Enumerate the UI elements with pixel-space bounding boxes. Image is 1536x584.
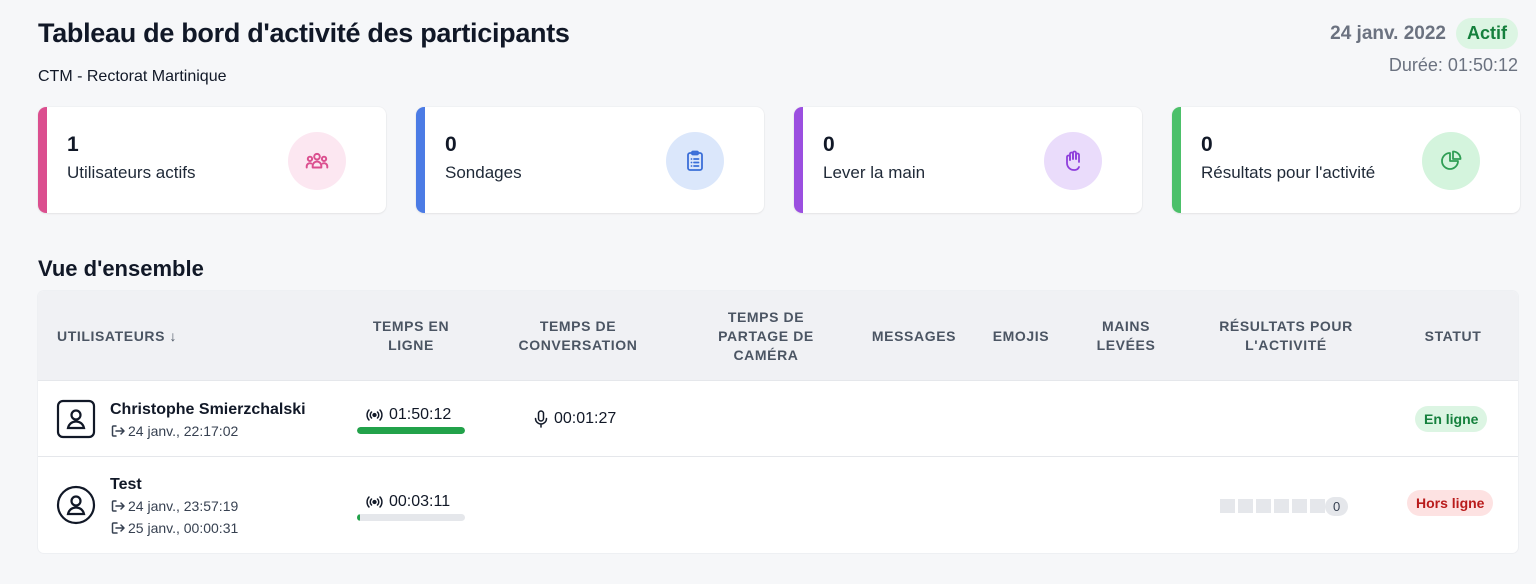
activity-square bbox=[1310, 499, 1325, 513]
activity-square bbox=[1256, 499, 1271, 513]
page-title: Tableau de bord d'activité des participa… bbox=[38, 18, 570, 48]
stat-accent-bar bbox=[794, 107, 803, 213]
online-time: 01:50:12 bbox=[366, 406, 451, 424]
broadcast-icon bbox=[366, 496, 383, 508]
column-header-activity-results[interactable]: RÉSULTATS POUR L'ACTIVITÉ bbox=[1206, 291, 1366, 381]
stat-accent-bar bbox=[416, 107, 425, 213]
activity-square bbox=[1220, 499, 1235, 513]
meeting-status-badge: Actif bbox=[1456, 18, 1518, 49]
stat-value: 0 bbox=[445, 133, 457, 156]
stats-cards: 1 Utilisateurs actifs 0 Sondages 0 Lever… bbox=[38, 107, 1520, 213]
stat-card-active-users: 1 Utilisateurs actifs bbox=[38, 107, 386, 213]
leave-time-text: 25 janv., 00:00:31 bbox=[128, 520, 239, 536]
join-time-text: 24 janv., 23:57:19 bbox=[128, 498, 239, 514]
meeting-name: CTM - Rectorat Martinique bbox=[38, 68, 227, 85]
online-time-progress-fill bbox=[357, 427, 465, 434]
user-circle-icon bbox=[56, 485, 96, 525]
activity-results-bar bbox=[1220, 499, 1325, 513]
broadcast-icon bbox=[366, 409, 383, 421]
user-square-icon bbox=[56, 399, 96, 439]
join-time: 24 janv., 22:17:02 bbox=[110, 423, 238, 439]
online-time-progress-fill bbox=[357, 514, 361, 521]
talk-time: 00:01:27 bbox=[534, 410, 616, 428]
stat-value: 1 bbox=[67, 133, 79, 156]
column-header-emojis[interactable]: EMOJIS bbox=[983, 291, 1059, 381]
meeting-duration: Durée: 01:50:12 bbox=[1388, 55, 1518, 75]
stat-label: Utilisateurs actifs bbox=[67, 163, 196, 182]
table-row[interactable]: Christophe Smierzchalski 24 janv., 22:17… bbox=[38, 381, 1518, 457]
column-header-camera-time[interactable]: TEMPS DE PARTAGE DE CAMÉRA bbox=[706, 291, 826, 381]
stat-card-activity-results: 0 Résultats pour l'activité bbox=[1172, 107, 1520, 213]
column-header-online-time[interactable]: TEMPS EN LIGNE bbox=[353, 291, 469, 381]
stat-accent-bar bbox=[38, 107, 47, 213]
activity-square bbox=[1238, 499, 1253, 513]
stat-label: Lever la main bbox=[823, 163, 926, 182]
user-name: Test bbox=[110, 476, 142, 493]
overview-title: Vue d'ensemble bbox=[38, 256, 204, 281]
leave-time: 25 janv., 00:00:31 bbox=[110, 520, 238, 536]
microphone-icon bbox=[534, 410, 548, 428]
stat-value: 0 bbox=[823, 133, 835, 156]
hand-icon bbox=[1044, 132, 1102, 190]
meeting-info: 24 janv. 2022 Actif Durée: 01:50:12 bbox=[1330, 18, 1518, 76]
status-badge: En ligne bbox=[1415, 406, 1488, 432]
column-header-talk-time[interactable]: TEMPS DE CONVERSATION bbox=[508, 291, 648, 381]
column-header-messages[interactable]: MESSAGES bbox=[864, 291, 964, 381]
activity-square bbox=[1274, 499, 1289, 513]
stat-accent-bar bbox=[1172, 107, 1181, 213]
stat-label: Sondages bbox=[445, 163, 522, 182]
join-time: 24 janv., 23:57:19 bbox=[110, 498, 238, 514]
pie-chart-icon bbox=[1422, 132, 1480, 190]
sign-in-icon bbox=[111, 500, 125, 512]
stat-card-polls: 0 Sondages bbox=[416, 107, 764, 213]
meeting-date: 24 janv. 2022 bbox=[1330, 22, 1446, 44]
column-header-users[interactable]: UTILISATEURS ↓ bbox=[57, 291, 257, 381]
user-name: Christophe Smierzchalski bbox=[110, 401, 306, 418]
online-time-progress bbox=[357, 427, 465, 434]
activity-square bbox=[1292, 499, 1307, 513]
sign-out-icon bbox=[111, 522, 125, 534]
users-icon bbox=[288, 132, 346, 190]
online-time-text: 00:03:11 bbox=[389, 493, 451, 510]
online-time-progress bbox=[357, 514, 465, 521]
clipboard-icon bbox=[666, 132, 724, 190]
talk-time-text: 00:01:27 bbox=[554, 410, 617, 427]
table-header: UTILISATEURS ↓ TEMPS EN LIGNE TEMPS DE C… bbox=[38, 291, 1518, 381]
table-row[interactable]: Test 24 janv., 23:57:19 25 janv., 00:00:… bbox=[38, 457, 1518, 553]
activity-count-badge: 0 bbox=[1325, 497, 1349, 516]
sign-in-icon bbox=[111, 425, 125, 437]
participants-table: UTILISATEURS ↓ TEMPS EN LIGNE TEMPS DE C… bbox=[38, 291, 1518, 553]
join-time-text: 24 janv., 22:17:02 bbox=[128, 423, 239, 439]
stat-label: Résultats pour l'activité bbox=[1201, 163, 1376, 182]
column-header-raised-hands[interactable]: MAINS LEVÉES bbox=[1084, 291, 1168, 381]
stat-card-raise-hand: 0 Lever la main bbox=[794, 107, 1142, 213]
online-time-text: 01:50:12 bbox=[389, 406, 452, 423]
online-time: 00:03:11 bbox=[366, 493, 450, 511]
status-badge: Hors ligne bbox=[1407, 490, 1494, 516]
stat-value: 0 bbox=[1201, 133, 1213, 156]
column-header-status[interactable]: STATUT bbox=[1408, 291, 1498, 381]
